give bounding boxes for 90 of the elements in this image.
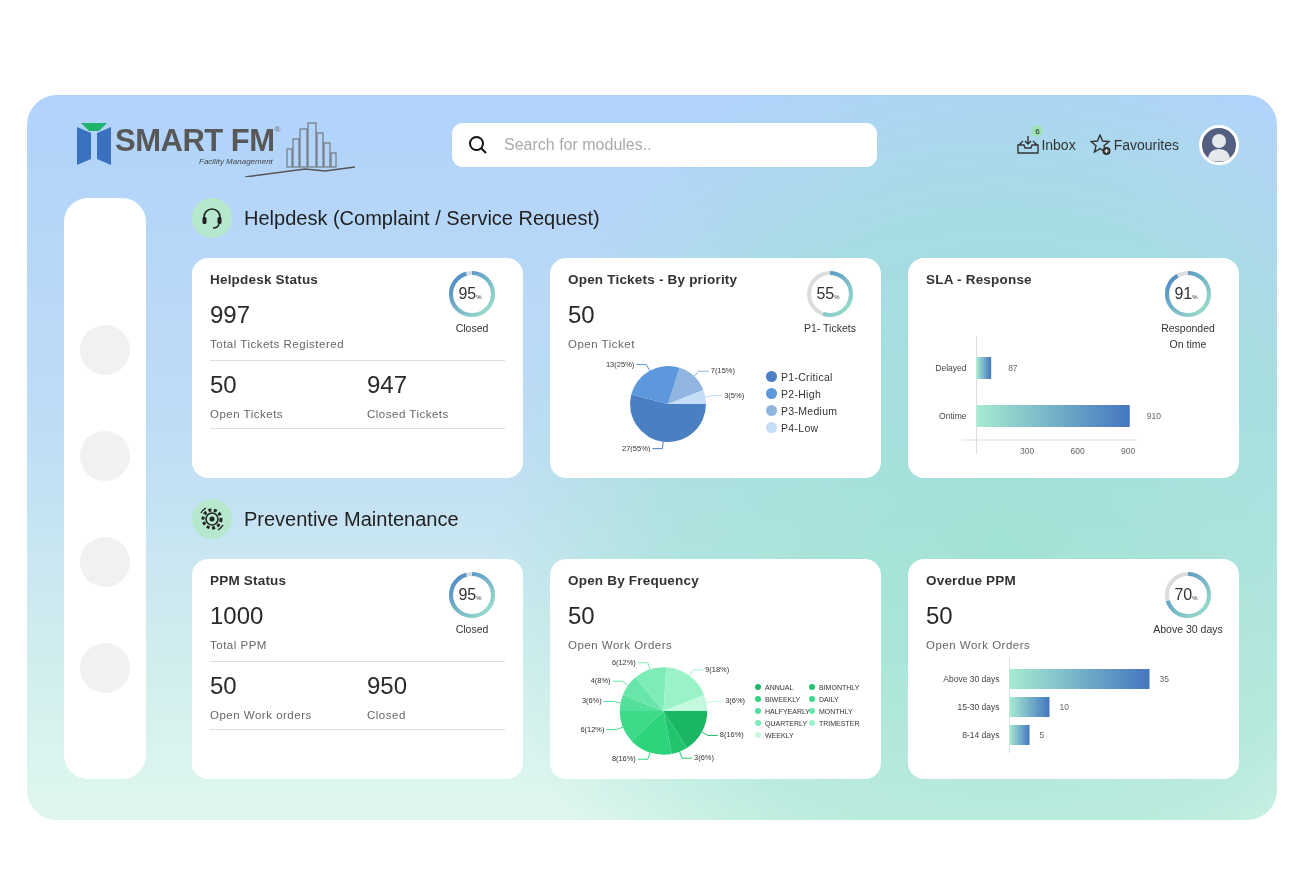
gauge-label: Above 30 days (1153, 622, 1223, 637)
metric-caption: Open Work Orders (568, 639, 674, 651)
legend-label: P1-Critical (781, 370, 833, 383)
leader-line (651, 441, 664, 450)
legend-dot (766, 422, 777, 433)
legend-label: P3-Medium (781, 404, 838, 417)
metric-value: 50 (926, 602, 954, 630)
logo-icon (77, 123, 111, 167)
tick-label: 900 (1121, 446, 1136, 456)
card-title: PPM Status (210, 573, 287, 588)
card-title: Open Tickets - By priority (568, 272, 738, 287)
data-label: 35 (1159, 674, 1169, 684)
leader-line (701, 731, 719, 736)
legend-dot (755, 720, 761, 726)
data-label: 5 (1039, 730, 1045, 740)
section-title: Helpdesk (Complaint / Service Request) (244, 206, 600, 230)
axis-label: Above 30 days (943, 674, 1000, 684)
legend-dot (809, 684, 815, 690)
logo-tagline: Facility Management (199, 156, 274, 166)
leader-line (603, 701, 621, 704)
stat-value: 50 (210, 371, 238, 399)
gear-icon (192, 499, 232, 539)
card-title: Helpdesk Status (210, 272, 320, 287)
search-field[interactable]: Search for modules.. (452, 123, 877, 167)
data-label: 87 (1008, 363, 1018, 373)
legend-dot (766, 371, 777, 382)
gauge-label: Closed (455, 321, 489, 336)
leader-line (635, 364, 651, 372)
leader-line (688, 669, 704, 677)
stat-label: Closed Tickets (367, 408, 450, 420)
registered-mark: ® (274, 124, 281, 134)
legend-label: P2-High (781, 387, 822, 400)
axis-label: 15-30 days (957, 702, 1000, 712)
card-title: SLA - Response (926, 272, 1032, 287)
search-icon (468, 135, 488, 155)
leader-line (705, 701, 724, 704)
metric-caption: Total Tickets Registered (210, 338, 345, 350)
stat-label: Open Tickets (210, 408, 285, 420)
axis-label: Delayed (935, 363, 967, 373)
leader-line (637, 752, 651, 760)
gauge-label: P1- Tickets (804, 321, 856, 336)
headset-icon (192, 198, 232, 238)
tick-label: 300 (1019, 446, 1035, 456)
stat-value: 50 (210, 672, 238, 700)
leader-line (704, 395, 723, 398)
metric-value: 50 (568, 301, 596, 329)
legend-dot (755, 696, 761, 702)
tick-label: 600 (1070, 446, 1085, 456)
leader-line (693, 370, 710, 377)
gauge-label: Responded On time (1161, 321, 1215, 352)
bar (1009, 725, 1030, 745)
card-title: Open By Frequency (568, 573, 699, 588)
metric-value: 1000 (210, 602, 265, 630)
favourites-link[interactable]: Favourites (1089, 134, 1179, 156)
gauge-label: Closed (455, 622, 489, 637)
inbox-count-badge: 6 (1031, 125, 1044, 137)
axis-label: 8-14 days (962, 730, 1000, 740)
inbox-tray-icon (1017, 135, 1040, 155)
axis-label: Ontime (939, 411, 967, 421)
stat-label: Open Work orders (210, 709, 313, 721)
legend-label: P4-Low (781, 421, 819, 434)
legend-dot (809, 708, 815, 714)
metric-caption: Open Work Orders (926, 639, 1031, 651)
section-title: Preventive Maintenance (244, 507, 459, 531)
leader-line (612, 680, 629, 686)
leader-line (679, 751, 693, 759)
avatar-icon[interactable] (1199, 125, 1239, 165)
star-icon (1089, 134, 1112, 156)
stat-value: 950 (367, 672, 409, 700)
stat-label: Closed (367, 709, 407, 721)
legend-dot (809, 696, 815, 702)
card-title: Overdue PPM (926, 573, 1017, 588)
leader-line (605, 726, 624, 731)
metric-value: 50 (568, 602, 596, 630)
legend-dot (755, 684, 761, 690)
legend-dot (766, 405, 777, 416)
logo-wordmark: SMART FM (115, 124, 275, 157)
legend-dot (809, 720, 815, 726)
metric-value: 997 (210, 301, 252, 329)
legend-dot (766, 388, 777, 399)
inbox-link[interactable]: Inbox (1017, 135, 1076, 155)
data-label: 10 (1059, 702, 1069, 712)
stat-value: 947 (367, 371, 409, 399)
legend-dot (755, 708, 761, 714)
metric-caption: Total PPM (210, 639, 268, 651)
legend-dot (755, 732, 761, 738)
metric-caption: Open Ticket (568, 338, 636, 350)
bar (1009, 697, 1050, 717)
data-label: 910 (1146, 411, 1161, 421)
leader-line (637, 662, 651, 670)
